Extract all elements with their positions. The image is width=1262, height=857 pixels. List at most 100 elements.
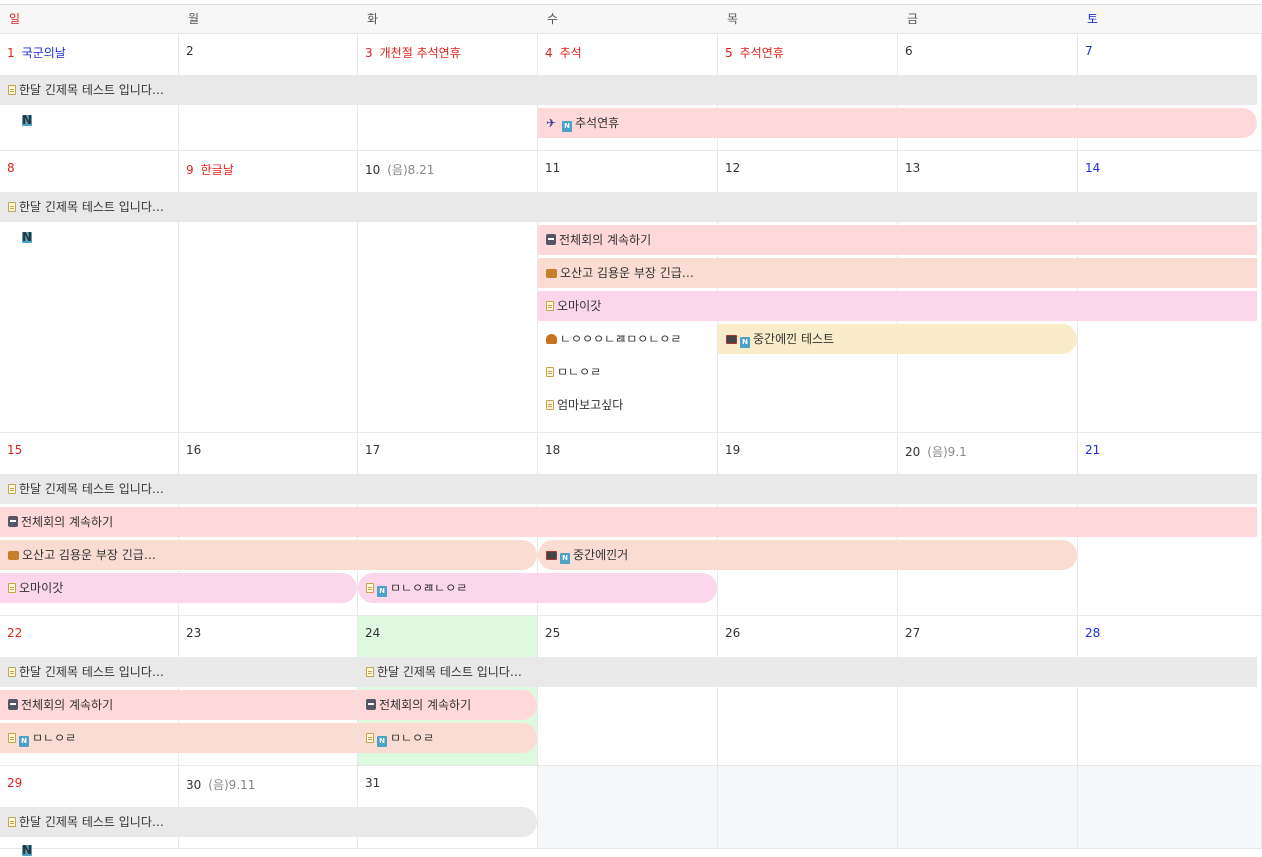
event-long-title[interactable]: 한달 긴제목 테스트 입니다… [0, 657, 357, 687]
day-number: 26 [725, 626, 740, 640]
document-icon [366, 583, 374, 593]
event-meeting[interactable]: 전체회의 계속하기 [358, 690, 537, 720]
day-num-text: 15 [7, 443, 23, 457]
event-omg[interactable]: 오마이갓 [0, 573, 357, 603]
event-label: 전체회의 계속하기 [21, 515, 114, 529]
event-long-title[interactable]: 한달 긴제목 테스트 입니다… [358, 657, 1257, 687]
n-badge-icon: N [562, 121, 572, 132]
day-number: 16 [186, 443, 201, 457]
day-num-text: 16 [186, 443, 202, 457]
n-badge-icon: N [377, 736, 387, 747]
holiday-label: 추석 [559, 46, 582, 60]
event-mnor[interactable]: ㅁㄴㅇㄹ [538, 357, 718, 387]
day-number: 9 한글날 [186, 161, 234, 178]
day-cell[interactable] [538, 616, 718, 766]
day-num-text: 2 [186, 44, 194, 58]
event-long-title[interactable]: 한달 긴제목 테스트 입니다… [0, 807, 537, 837]
event-mnolnor[interactable]: N ㅁㄴㅇㄿㄴㅇㄹ [358, 573, 717, 603]
weekday-header-sun: 일 [0, 4, 179, 34]
event-long-title[interactable]: 한달 긴제목 테스트 입니다… [0, 75, 1257, 105]
event-label: 한달 긴제목 테스트 입니다… [19, 815, 164, 829]
day-num-text: 22 [7, 626, 23, 640]
event-label: 오산고 김용운 부장 긴급… [560, 266, 694, 280]
event-label: 오마이갓 [19, 581, 64, 595]
n-badge-icon: N [740, 337, 750, 348]
day-number: 29 [7, 776, 22, 790]
day-num-text: 25 [545, 626, 561, 640]
n-badge-icon: N [560, 553, 570, 564]
event-label: 중간에낀거 [573, 548, 629, 562]
event-long-title[interactable]: 한달 긴제목 테스트 입니다… [0, 474, 1257, 504]
cake-icon [546, 334, 557, 344]
event-mom[interactable]: 엄마보고싶다 [538, 390, 718, 420]
event-chuseok-holiday[interactable]: ✈ N 추석연휴 [538, 108, 1257, 138]
document-icon [8, 667, 16, 677]
event-label: ㅁㄴㅇㄹ [32, 731, 77, 745]
day-number: 14 [1085, 161, 1100, 175]
event-nlooo[interactable]: ㄴㅇㅇㅇㄴㄿㅁㅇㄴㅇㄹ [538, 324, 718, 354]
event-label: 전체회의 계속하기 [559, 233, 652, 247]
day-number: 20 (음)9.1 [905, 443, 967, 460]
day-num-text: 11 [545, 161, 561, 175]
event-mnor[interactable]: N ㅁㄴㅇㄹ [0, 723, 357, 753]
document-icon [8, 484, 16, 494]
event-label: 한달 긴제목 테스트 입니다… [377, 665, 522, 679]
event-osan[interactable]: 오산고 김용운 부장 긴급… [0, 540, 537, 570]
day-num-text: 12 [725, 161, 741, 175]
document-icon [8, 202, 16, 212]
day-num-text: 28 [1085, 626, 1101, 640]
day-cell[interactable] [1078, 766, 1262, 849]
day-cell[interactable] [898, 766, 1078, 849]
day-num-text: 23 [186, 626, 202, 640]
event-label: 한달 긴제목 테스트 입니다… [19, 83, 164, 97]
event-long-title[interactable]: 한달 긴제목 테스트 입니다… [0, 192, 1257, 222]
day-number: 23 [186, 626, 201, 640]
day-num-text: 17 [365, 443, 381, 457]
day-num-text: 13 [905, 161, 921, 175]
event-middle[interactable]: N 중간에낀거 [538, 540, 1077, 570]
event-meeting[interactable]: 전체회의 계속하기 [0, 690, 357, 720]
weekday-header-tue: 화 [358, 4, 538, 34]
event-omg[interactable]: 오마이갓 [538, 291, 1257, 321]
day-number: 6 [905, 44, 913, 58]
event-middle-test[interactable]: N 중간에낀 테스트 [718, 324, 1077, 354]
weekday-header-sat: 토 [1078, 4, 1262, 34]
day-number: 21 [1085, 443, 1100, 457]
day-num-text: 6 [905, 44, 913, 58]
event-label: 한달 긴제목 테스트 입니다… [19, 200, 164, 214]
event-label: 엄마보고싶다 [557, 398, 624, 412]
day-number: 2 [186, 44, 194, 58]
day-number: 22 [7, 626, 22, 640]
event-osan[interactable]: 오산고 김용운 부장 긴급… [538, 258, 1257, 288]
day-number: 31 [365, 776, 380, 790]
event-meeting[interactable]: 전체회의 계속하기 [538, 225, 1257, 255]
event-label: 추석연휴 [575, 116, 620, 130]
event-mnor[interactable]: N ㅁㄴㅇㄹ [358, 723, 537, 753]
event-label: 오마이갓 [557, 299, 602, 313]
event-label: 전체회의 계속하기 [21, 698, 114, 712]
day-num-text: 7 [1085, 44, 1093, 58]
event-meeting[interactable]: 전체회의 계속하기 [0, 507, 1257, 537]
document-icon [8, 85, 16, 95]
tv-icon [726, 335, 737, 344]
day-cell[interactable] [898, 616, 1078, 766]
day-cell[interactable] [538, 766, 718, 849]
day-cell[interactable] [718, 616, 898, 766]
day-num-text: 4 [545, 46, 553, 60]
day-num-text: 24 [365, 626, 381, 640]
document-icon [366, 667, 374, 677]
day-num-text: 31 [365, 776, 381, 790]
day-num-text: 3 [365, 46, 373, 60]
day-number: 25 [545, 626, 560, 640]
document-icon [546, 301, 554, 311]
day-cell[interactable] [718, 766, 898, 849]
day-number: 18 [545, 443, 560, 457]
n-badge-icon: N [22, 113, 33, 127]
day-number: 28 [1085, 626, 1100, 640]
day-cell[interactable] [1078, 616, 1262, 766]
document-icon [8, 817, 16, 827]
event-label: ㄴㅇㅇㅇㄴㄿㅁㅇㄴㅇㄹ [560, 332, 682, 346]
day-number: 19 [725, 443, 740, 457]
day-num-text: 20 [905, 445, 921, 459]
day-num-text: 30 [186, 778, 202, 792]
